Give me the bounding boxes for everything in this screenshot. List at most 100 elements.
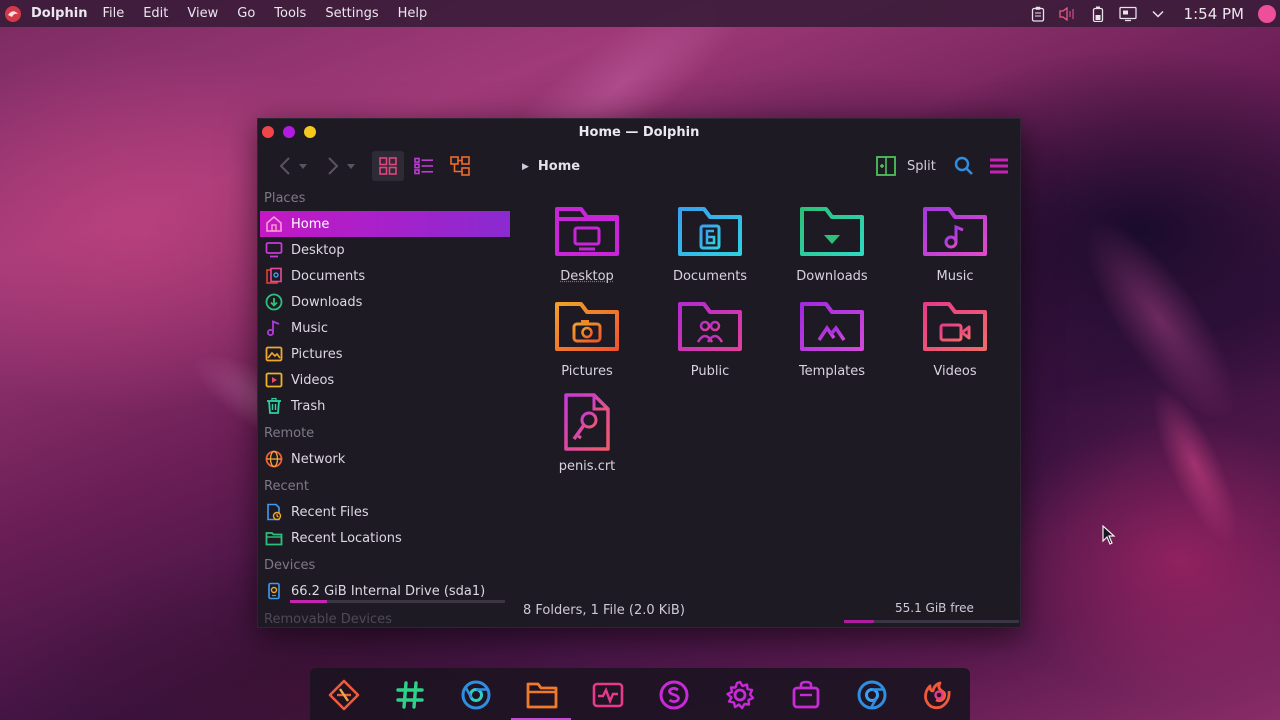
sidebar-item-label: Network — [291, 451, 346, 467]
file-label: Desktop — [560, 269, 614, 284]
details-view-button[interactable] — [444, 151, 476, 181]
sidebar-item-desktop[interactable]: Desktop — [260, 237, 510, 263]
menu-settings[interactable]: Settings — [325, 6, 378, 21]
sidebar-item-label: Music — [291, 320, 328, 336]
skype-icon[interactable] — [657, 678, 691, 712]
menu-go[interactable]: Go — [237, 6, 255, 21]
sidebar-item-home[interactable]: Home — [260, 211, 510, 237]
network-globe-icon — [264, 449, 284, 469]
places-panel: Places Home Desktop Documents Downloads … — [260, 187, 510, 627]
volume-muted-icon[interactable] — [1058, 4, 1078, 24]
hamburger-menu-icon[interactable] — [988, 155, 1010, 177]
chrome-icon[interactable] — [459, 678, 493, 712]
file-item-templates[interactable]: Templates — [777, 298, 887, 379]
file-item-public[interactable]: Public — [655, 298, 765, 379]
chromium-icon[interactable] — [855, 678, 889, 712]
maximize-window-button[interactable] — [283, 126, 295, 138]
file-item-documents[interactable]: Documents — [655, 203, 765, 284]
breadcrumb[interactable]: ▶ Home — [522, 159, 580, 174]
system-tray: 1:54 PM — [1028, 0, 1280, 27]
clipboard-icon[interactable] — [1028, 4, 1048, 24]
status-bar: 8 Folders, 1 File (2.0 KiB) 55.1 GiB fre… — [521, 599, 1020, 627]
folder-videos-icon — [920, 298, 990, 356]
files-icon[interactable] — [525, 678, 559, 712]
documents-icon — [264, 266, 284, 286]
file-item-desktop[interactable]: Desktop — [532, 203, 642, 284]
certificate-file-icon — [552, 393, 622, 451]
file-item-music[interactable]: Music — [900, 203, 1010, 284]
forward-history-chevron-icon[interactable] — [345, 154, 357, 178]
folder-pictures-icon — [552, 298, 622, 356]
sidebar-item-videos[interactable]: Videos — [260, 367, 510, 393]
firefox-icon[interactable] — [921, 678, 955, 712]
network-icon[interactable] — [1118, 4, 1138, 24]
window-titlebar[interactable]: Home — Dolphin — [258, 119, 1020, 146]
sidebar-item-music[interactable]: Music — [260, 315, 510, 341]
music-icon — [264, 318, 284, 338]
breadcrumb-home[interactable]: Home — [538, 159, 580, 174]
file-item-videos[interactable]: Videos — [900, 298, 1010, 379]
folder-public-icon — [675, 298, 745, 356]
menu-tools[interactable]: Tools — [274, 6, 306, 21]
sidebar-item-downloads[interactable]: Downloads — [260, 289, 510, 315]
sidebar-item-label: Home — [291, 216, 330, 232]
chevron-down-icon[interactable] — [1148, 4, 1168, 24]
file-view: Desktop Documents Downloads Music Pictur… — [521, 187, 1020, 627]
sidebar-item-label: Trash — [291, 398, 326, 414]
sidebar-item-trash[interactable]: Trash — [260, 393, 510, 419]
user-avatar[interactable] — [1258, 4, 1276, 23]
dolphin-window: Home — Dolphin ▶ Home Split Places Home … — [257, 118, 1021, 628]
free-space-bar[interactable] — [844, 620, 1019, 623]
battery-icon[interactable] — [1088, 4, 1108, 24]
back-button[interactable] — [274, 154, 296, 178]
forward-button[interactable] — [322, 154, 344, 178]
sidebar-item-network[interactable]: Network — [260, 446, 510, 472]
mouse-pointer-icon — [1102, 524, 1116, 549]
folder-templates-icon — [797, 298, 867, 356]
system-monitor-icon[interactable] — [591, 678, 625, 712]
sidebar-item-label: Desktop — [291, 242, 345, 258]
icons-view-button[interactable] — [372, 151, 404, 181]
menu-view[interactable]: View — [187, 6, 218, 21]
folder-documents-icon — [675, 203, 745, 261]
app-name[interactable]: Dolphin — [31, 6, 87, 21]
file-item-downloads[interactable]: Downloads — [777, 203, 887, 284]
drive-usage-fill — [290, 600, 327, 603]
free-space-label[interactable]: 55.1 GiB free — [895, 601, 974, 615]
menu-edit[interactable]: Edit — [143, 6, 168, 21]
toolbar: ▶ Home Split — [258, 146, 1020, 186]
menu-help[interactable]: Help — [398, 6, 428, 21]
devices-section-title: Devices — [264, 558, 316, 573]
store-icon[interactable] — [789, 678, 823, 712]
split-button[interactable]: Split — [907, 159, 936, 174]
slack-icon[interactable] — [393, 678, 427, 712]
sidebar-item-documents[interactable]: Documents — [260, 263, 510, 289]
file-item-certificate[interactable]: penis.crt — [532, 393, 642, 474]
status-text: 8 Folders, 1 File (2.0 KiB) — [523, 603, 685, 618]
sidebar-item-internal-drive[interactable]: 66.2 GiB Internal Drive (sda1) — [260, 578, 510, 604]
file-item-pictures[interactable]: Pictures — [532, 298, 642, 379]
git-icon[interactable] — [327, 678, 361, 712]
file-label: Pictures — [561, 364, 613, 379]
compact-view-button[interactable] — [408, 151, 440, 181]
drive-icon — [264, 581, 284, 601]
search-icon[interactable] — [953, 155, 975, 177]
sidebar-item-label: 66.2 GiB Internal Drive (sda1) — [291, 583, 486, 599]
sidebar-item-recent-locations[interactable]: Recent Locations — [260, 525, 510, 551]
folder-desktop-icon — [552, 203, 622, 261]
close-window-button[interactable] — [262, 126, 274, 138]
minimize-window-button[interactable] — [304, 126, 316, 138]
sidebar-item-recent-files[interactable]: Recent Files — [260, 499, 510, 525]
recent-files-icon — [264, 502, 284, 522]
file-label: Music — [936, 269, 974, 284]
desktop-icon — [264, 240, 284, 260]
dolphin-logo-icon[interactable] — [3, 4, 23, 24]
menu-file[interactable]: File — [102, 6, 124, 21]
settings-icon[interactable] — [723, 678, 757, 712]
back-history-chevron-icon[interactable] — [297, 154, 309, 178]
breadcrumb-arrow-icon: ▶ — [522, 161, 529, 172]
sidebar-item-pictures[interactable]: Pictures — [260, 341, 510, 367]
split-view-icon[interactable] — [875, 155, 897, 177]
clock[interactable]: 1:54 PM — [1184, 5, 1244, 23]
recent-section-title: Recent — [264, 479, 309, 494]
